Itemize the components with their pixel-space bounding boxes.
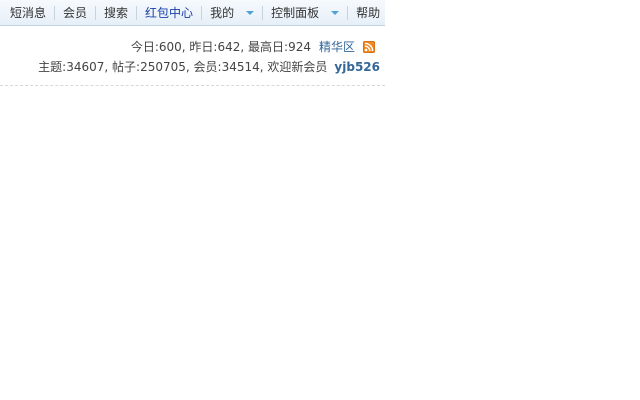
nav-item-label: 我的 — [210, 6, 235, 20]
highest-value: 924 — [288, 40, 311, 54]
nav-item-label: 控制面板 — [271, 6, 320, 20]
rss-icon[interactable] — [363, 41, 375, 53]
newest-member-link[interactable]: yjb526 — [334, 57, 380, 77]
nav-item-label: 搜索 — [104, 6, 129, 20]
topics-value: 34607 — [66, 60, 105, 74]
nav-item-label: 红包中心 — [145, 6, 194, 20]
today-value: 600 — [158, 40, 182, 54]
chevron-down-icon — [331, 11, 340, 15]
nav-item-red-packet-center[interactable]: 红包中心 — [137, 0, 201, 26]
divider — [0, 85, 385, 86]
nav-item-label: 帮助 — [356, 6, 381, 20]
posts-label: , 帖子: — [104, 60, 141, 74]
nav-item-search[interactable]: 搜索 — [96, 0, 136, 26]
welcome-label: , 欢迎新会员 — [259, 60, 328, 74]
daily-post-stats: 今日: 600 , 昨日: 642 , 最高日: 924 精华区 — [0, 37, 380, 57]
forum-stats: 今日: 600 , 昨日: 642 , 最高日: 924 精华区 主题: 346… — [0, 37, 385, 77]
nav-item-label: 会员 — [63, 6, 88, 20]
page: 短消息 会员 搜索 红包中心 我的 控制面板 帮助 今日: 600 , 昨日: … — [0, 0, 385, 86]
nav-item-label: 短消息 — [10, 6, 47, 20]
nav-item-control-panel[interactable]: 控制面板 — [263, 0, 347, 26]
members-value: 34514 — [221, 60, 260, 74]
forum-total-stats: 主题: 34607 , 帖子: 250705 , 会员: 34514 , 欢迎新… — [0, 57, 380, 77]
top-nav-bar: 短消息 会员 搜索 红包中心 我的 控制面板 帮助 — [0, 0, 385, 26]
today-label: 今日: — [130, 40, 159, 54]
topics-label: 主题: — [38, 60, 67, 74]
nav-item-messages[interactable]: 短消息 — [2, 0, 54, 26]
nav-item-help[interactable]: 帮助 — [348, 0, 388, 26]
chevron-down-icon — [246, 11, 255, 15]
yesterday-label: , 昨日: — [181, 40, 218, 54]
members-label: , 会员: — [185, 60, 222, 74]
nav-item-members[interactable]: 会员 — [55, 0, 95, 26]
posts-value: 250705 — [140, 60, 186, 74]
digest-link[interactable]: 精华区 — [319, 37, 355, 57]
yesterday-value: 642 — [217, 40, 241, 54]
highest-label: , 最高日: — [240, 40, 289, 54]
nav-item-mine[interactable]: 我的 — [202, 0, 262, 26]
